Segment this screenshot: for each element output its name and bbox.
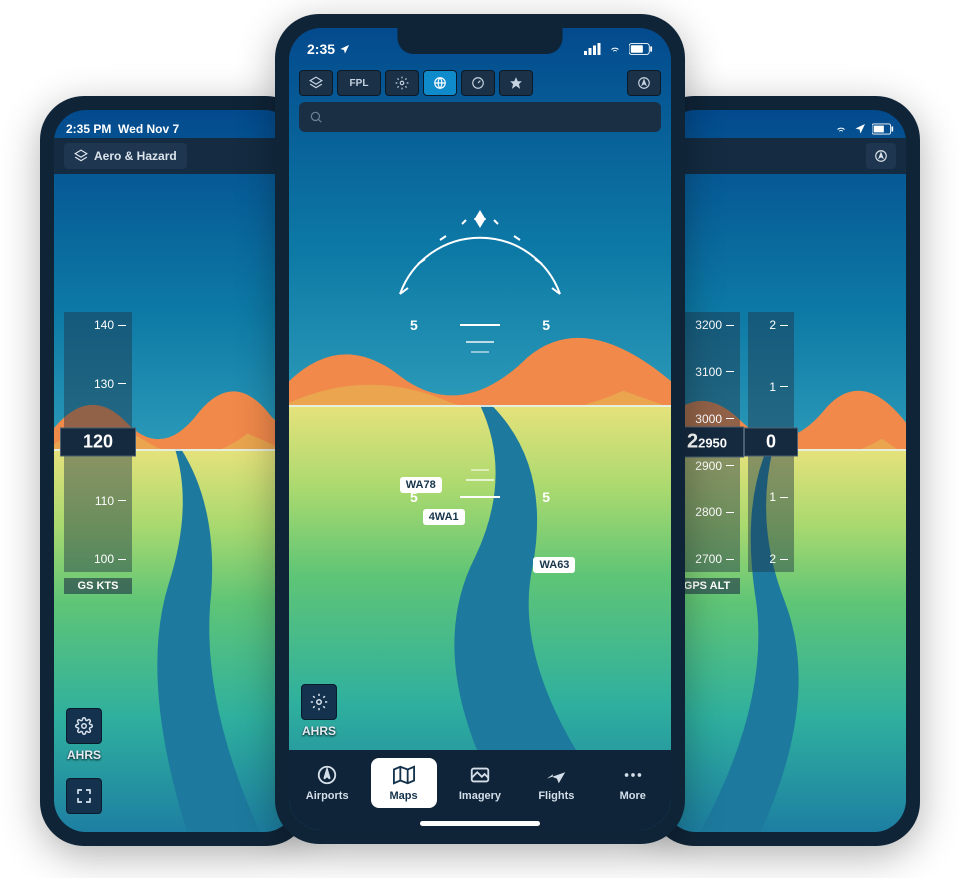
waypoint-marker[interactable]: WA78 (400, 477, 442, 493)
tape-tick: 110 (70, 494, 126, 508)
battery-icon (629, 43, 653, 55)
tape-tick: 2 (754, 318, 788, 332)
battery-icon (872, 123, 894, 135)
compass-button[interactable] (627, 70, 661, 96)
image-icon (467, 764, 493, 786)
tape-tick: 1 (754, 380, 788, 394)
waypoint-marker[interactable]: WA63 (533, 557, 575, 573)
fpl-button[interactable]: FPL (337, 70, 381, 96)
wifi-icon (607, 43, 623, 55)
waypoint-marker[interactable]: 4WA1 (423, 509, 465, 525)
tape-tick: 2700 (680, 552, 734, 566)
nav-airports[interactable]: Airports (294, 758, 360, 808)
search-icon (309, 110, 323, 124)
airspeed-current: 120 (60, 428, 136, 457)
synthetic-vision-button[interactable] (423, 70, 457, 96)
ahrs-control: AHRS (301, 684, 337, 738)
airspeed-label: GS KTS (64, 578, 132, 594)
tape-tick: 130 (70, 377, 126, 391)
notch (398, 28, 563, 54)
tape-tick: 2800 (680, 505, 734, 519)
clock: 2:35 PM (66, 122, 111, 136)
compass-icon (314, 764, 340, 786)
home-indicator[interactable] (420, 821, 540, 826)
bottom-nav: Airports Maps Imagery Flights More (289, 750, 671, 830)
search-bar[interactable] (299, 102, 661, 132)
tape-tick: 2 (754, 552, 788, 566)
tablet-toolbar-right (664, 138, 906, 174)
vsi-tape: 2 1 1 2 0 (748, 312, 794, 572)
tape-tick: 3200 (680, 318, 734, 332)
ahrs-settings-button[interactable] (66, 708, 102, 744)
settings-button[interactable] (385, 70, 419, 96)
layers-button[interactable] (299, 70, 333, 96)
signal-icon (584, 43, 601, 55)
nav-imagery[interactable]: Imagery (447, 758, 513, 808)
tape-tick: 3000 (680, 412, 734, 426)
tape-tick: 1 (754, 490, 788, 504)
map-icon (391, 764, 417, 786)
tape-tick: 100 (70, 552, 126, 566)
phone-center: 2:35 FPL (275, 14, 685, 844)
nav-flights[interactable]: Flights (523, 758, 589, 808)
toolbar: FPL (289, 66, 671, 100)
tape-tick: 2900 (680, 459, 734, 473)
airspeed-tape: 140 130 120 110 100 120 GS KTS (64, 312, 132, 572)
gauge-button[interactable] (461, 70, 495, 96)
clock: 2:35 (307, 41, 335, 57)
more-icon (620, 764, 646, 786)
screen-left: 2:35 PM Wed Nov 7 Aero & Hazard 140 130 … (54, 110, 296, 832)
tape-tick: 3100 (680, 365, 734, 379)
ahrs-settings-button[interactable] (301, 684, 337, 720)
date: Wed Nov 7 (118, 122, 179, 136)
tablet-toolbar: Aero & Hazard (54, 138, 296, 174)
wifi-icon (834, 123, 848, 135)
tape-tick: 140 (70, 318, 126, 332)
tablet-left: 2:35 PM Wed Nov 7 Aero & Hazard 140 130 … (40, 96, 310, 846)
nav-maps[interactable]: Maps (371, 758, 437, 808)
favorites-button[interactable] (499, 70, 533, 96)
location-icon (339, 44, 350, 55)
fullscreen-button[interactable] (66, 778, 102, 814)
compass-button[interactable] (866, 143, 896, 169)
tablet-right: 3200 3100 3000 2900 2800 2700 22950 GPS … (650, 96, 920, 846)
screen-center: 2:35 FPL (289, 28, 671, 830)
screen-right: 3200 3100 3000 2900 2800 2700 22950 GPS … (664, 110, 906, 832)
ahrs-label: AHRS (302, 724, 336, 738)
layers-button[interactable]: Aero & Hazard (64, 143, 187, 169)
vsi-current: 0 (744, 428, 798, 457)
ahrs-control: AHRS (66, 708, 102, 762)
location-icon (854, 123, 866, 135)
nav-more[interactable]: More (600, 758, 666, 808)
plane-icon (543, 764, 569, 786)
ahrs-label: AHRS (67, 748, 101, 762)
search-input[interactable] (331, 110, 651, 125)
